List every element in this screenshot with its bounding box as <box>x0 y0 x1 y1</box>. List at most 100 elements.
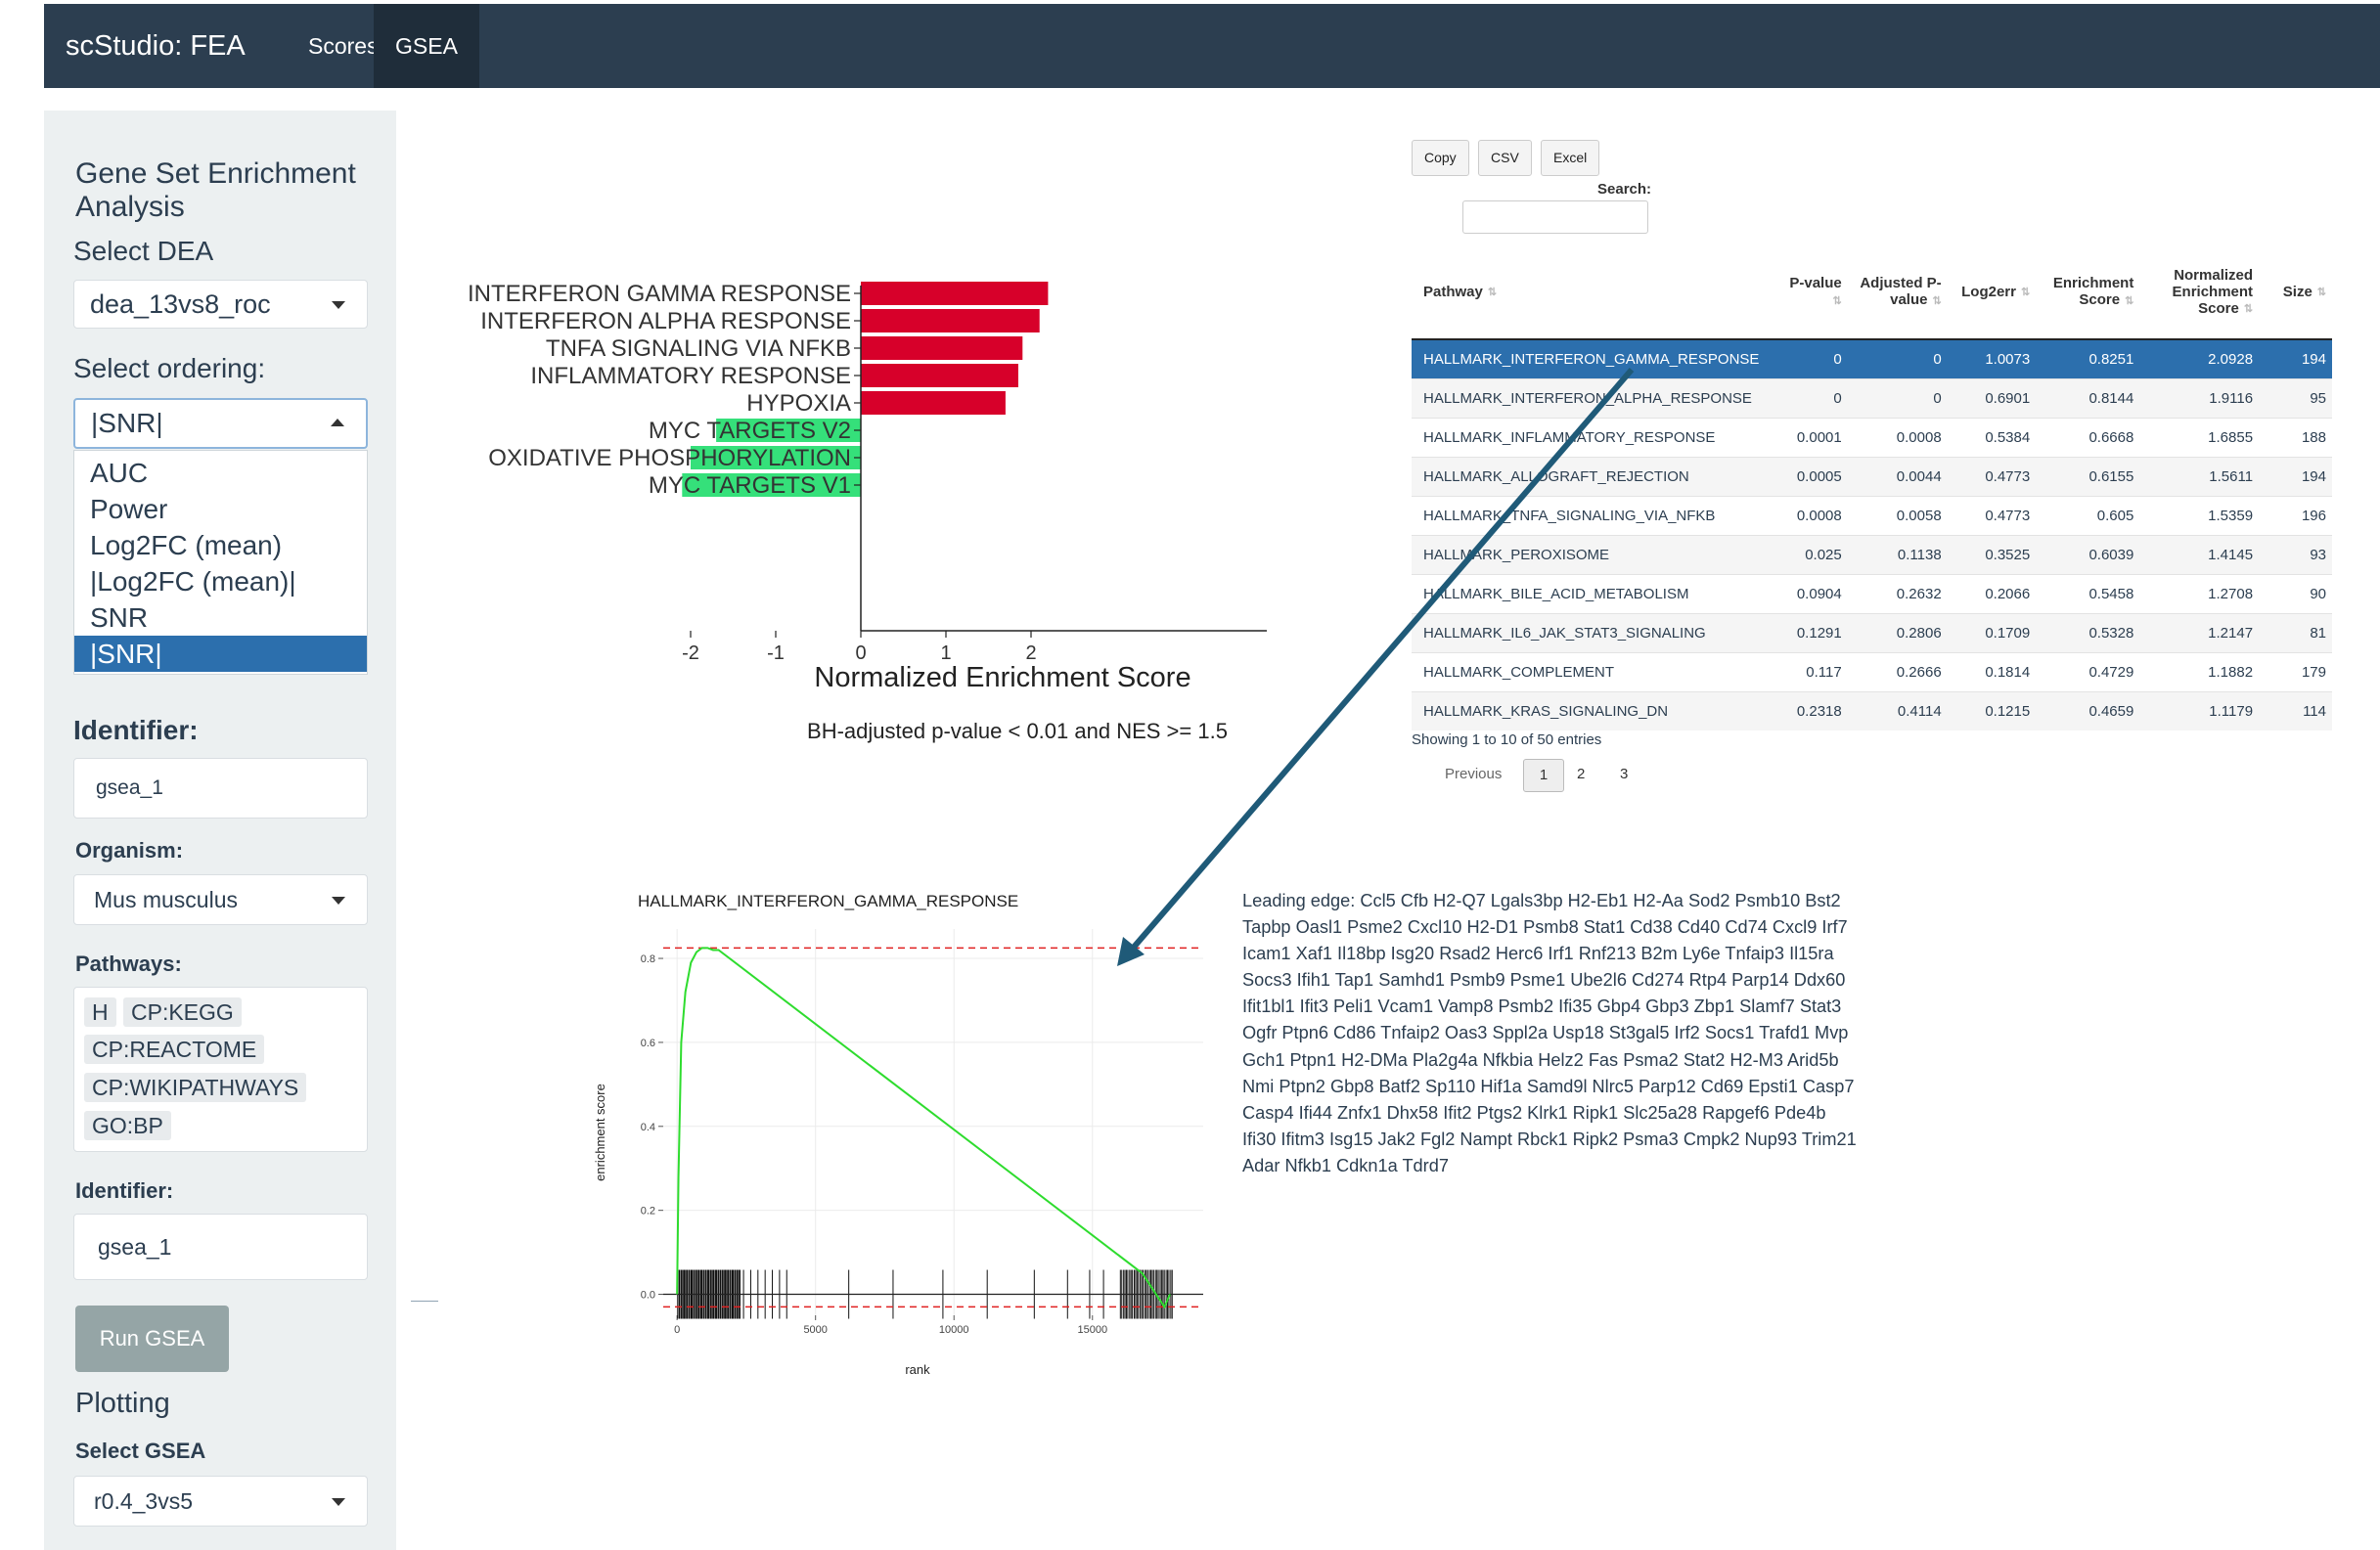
table-row[interactable]: HALLMARK_COMPLEMENT 0.117 0.2666 0.1814 0.47… <box>1412 652 2332 692</box>
cell-value: 0.5458 <box>2036 574 2140 614</box>
cell-pathway: HALLMARK_PEROXISOME <box>1412 535 1780 575</box>
table-row[interactable]: HALLMARK_INFLAMMATORY_RESPONSE 0.0001 0.00… <box>1412 418 2332 458</box>
x-tick-label: 5000 <box>803 1324 827 1336</box>
gsea-results-table: Pathway ⇅ P-value⇅ Adjusted P-value ⇅ Log2… <box>1412 244 2332 731</box>
search-input[interactable] <box>1462 200 1648 234</box>
identifier-input-2[interactable]: gsea_1 <box>73 1214 368 1280</box>
chevron-down-icon <box>332 897 345 905</box>
cell-value: 0 <box>1779 338 1848 379</box>
col-header-es[interactable]: Enrichment Score ⇅ <box>2036 244 2140 340</box>
cell-value: 0.605 <box>2036 496 2140 536</box>
cell-value: 1.9116 <box>2139 378 2260 419</box>
col-header-pvalue[interactable]: P-value⇅ <box>1779 244 1848 340</box>
col-header-pathway[interactable]: Pathway ⇅ <box>1412 244 1780 340</box>
organism-value: Mus musculus <box>94 886 238 912</box>
plotting-title: Plotting <box>75 1388 170 1419</box>
cell-value: 1.2708 <box>2139 574 2260 614</box>
ordering-option-log2fc[interactable]: Log2FC (mean) <box>74 527 367 563</box>
col-header-adj-pvalue[interactable]: Adjusted P-value ⇅ <box>1847 244 1948 340</box>
identifier-input[interactable]: gsea_1 <box>73 758 368 819</box>
page-3-button[interactable]: 3 <box>1620 766 1628 782</box>
y-tick-label: 0.2 <box>641 1206 655 1218</box>
table-header-row: Pathway ⇅ P-value⇅ Adjusted P-value ⇅ Log2… <box>1412 244 2332 340</box>
sidebar: Gene Set Enrichment Analysis Select DEA … <box>44 111 396 1550</box>
ordering-options-menu: AUC Power Log2FC (mean) |Log2FC (mean)| … <box>73 450 368 675</box>
cell-value: 0.1291 <box>1779 613 1848 653</box>
pathways-multiselect[interactable]: H CP:KEGG CP:REACTOME CP:WIKIPATHWAYS GO… <box>73 987 368 1152</box>
col-header-size[interactable]: Size ⇅ <box>2259 244 2332 340</box>
table-row[interactable]: HALLMARK_INTERFERON_ALPHA_RESPONSE 0 0 0.69… <box>1412 378 2332 419</box>
cell-value: 1.5611 <box>2139 457 2260 497</box>
app-brand[interactable]: scStudio: FEA <box>66 4 246 88</box>
cell-pathway: HALLMARK_INTERFERON_ALPHA_RESPONSE <box>1412 378 1780 419</box>
cell-pathway: HALLMARK_TNFA_SIGNALING_VIA_NFKB <box>1412 496 1780 536</box>
select-dea-dropdown[interactable]: dea_13vs8_roc <box>73 280 368 329</box>
x-tick-label: 0 <box>855 642 866 664</box>
select-ordering-value: |SNR| <box>91 408 163 438</box>
cell-value: 2.0928 <box>2139 338 2260 379</box>
cell-value: 0 <box>1847 338 1948 379</box>
table-row[interactable]: HALLMARK_PEROXISOME 0.025 0.1138 0.3525 0.60… <box>1412 535 2332 575</box>
tab-gsea[interactable]: GSEA <box>374 4 479 88</box>
cell-value: 0 <box>1847 378 1948 419</box>
bar <box>861 364 1018 387</box>
table-row[interactable]: HALLMARK_TNFA_SIGNALING_VIA_NFKB 0.0008 0.… <box>1412 496 2332 536</box>
pathway-chip-gobp[interactable]: GO:BP <box>84 1111 171 1140</box>
ordering-option-snr[interactable]: SNR <box>74 599 367 636</box>
cell-value: 0.8251 <box>2036 338 2140 379</box>
csv-button[interactable]: CSV <box>1478 140 1532 176</box>
page-1-button[interactable]: 1 <box>1523 759 1564 792</box>
cell-value: 0.0044 <box>1847 457 1948 497</box>
sort-icon: ⇅ <box>2243 303 2254 316</box>
x-tick-label: 15000 <box>1077 1324 1107 1336</box>
x-tick-label: 2 <box>1025 642 1036 664</box>
pathway-chip-reactome[interactable]: CP:REACTOME <box>84 1035 265 1064</box>
page-2-button[interactable]: 2 <box>1577 766 1585 782</box>
copy-button[interactable]: Copy <box>1412 140 1469 176</box>
select-gsea-dropdown[interactable]: r0.4_3vs5 <box>73 1476 368 1527</box>
pathways-label: Pathways: <box>75 952 182 976</box>
sort-icon: ⇅ <box>1832 294 1842 307</box>
col-header-log2err[interactable]: Log2err ⇅ <box>1947 244 2037 340</box>
ordering-option-abs-snr[interactable]: |SNR| <box>74 636 367 672</box>
col-header-nes[interactable]: Normalized Enrichment Score ⇅ <box>2139 244 2260 340</box>
pathway-chip-h[interactable]: H <box>84 997 116 1027</box>
sort-icon: ⇅ <box>2125 294 2134 307</box>
run-gsea-button[interactable]: Run GSEA <box>75 1306 229 1372</box>
bar <box>861 391 1006 415</box>
organism-dropdown[interactable]: Mus musculus <box>73 874 368 925</box>
table-row[interactable]: HALLMARK_BILE_ACID_METABOLISM 0.0904 0.263… <box>1412 574 2332 614</box>
cell-pathway: HALLMARK_ALLOGRAFT_REJECTION <box>1412 457 1780 497</box>
cell-value: 0.6155 <box>2036 457 2140 497</box>
table-row[interactable]: HALLMARK_INTERFERON_GAMMA_RESPONSE 0 0 1.00… <box>1412 338 2332 379</box>
select-dea-value: dea_13vs8_roc <box>90 288 271 319</box>
pathway-chip-kegg[interactable]: CP:KEGG <box>123 997 242 1027</box>
cell-value: 0.1215 <box>1947 691 2037 731</box>
y-tick-label: 0.4 <box>641 1122 655 1133</box>
cell-value: 0.0008 <box>1847 418 1948 458</box>
select-ordering-label: Select ordering: <box>73 353 266 383</box>
leading-edge-genes: Leading edge: Ccl5 Cfb H2-Q7 Lgals3bp H2… <box>1242 891 1857 1175</box>
table-row[interactable]: HALLMARK_IL6_JAK_STAT3_SIGNALING 0.1291 0.… <box>1412 613 2332 653</box>
x-tick-label: 10000 <box>939 1324 969 1336</box>
cell-value: 0.2066 <box>1947 574 2037 614</box>
cell-value: 0.8144 <box>2036 378 2140 419</box>
sort-icon: ⇅ <box>2316 287 2326 299</box>
cell-value: 0.2318 <box>1779 691 1848 731</box>
table-row[interactable]: HALLMARK_KRAS_SIGNALING_DN 0.2318 0.4114 0.… <box>1412 691 2332 731</box>
previous-page-button[interactable]: Previous <box>1445 766 1502 782</box>
select-ordering-dropdown[interactable]: |SNR| <box>73 398 368 449</box>
ordering-option-power[interactable]: Power <box>74 491 367 527</box>
enrichment-plot: HALLMARK_INTERFERON_GAMMA_RESPONSE 0 5000… <box>593 892 1203 1377</box>
category-label: HYPOXIA <box>746 390 851 417</box>
table-info: Showing 1 to 10 of 50 entries <box>1412 731 1602 748</box>
excel-button[interactable]: Excel <box>1541 140 1600 176</box>
table-row[interactable]: HALLMARK_ALLOGRAFT_REJECTION 0.0005 0.0044… <box>1412 457 2332 497</box>
sort-icon: ⇅ <box>1487 287 1498 299</box>
ordering-option-auc[interactable]: AUC <box>74 455 367 491</box>
chart-caption: BH-adjusted p-value < 0.01 and NES >= 1.… <box>807 719 1228 743</box>
cell-pathway: HALLMARK_IL6_JAK_STAT3_SIGNALING <box>1412 613 1780 653</box>
bar-layer: INTERFERON GAMMA RESPONSEINTERFERON ALPH… <box>468 281 1049 499</box>
ordering-option-abs-log2fc[interactable]: |Log2FC (mean)| <box>74 563 367 599</box>
pathway-chip-wikipathways[interactable]: CP:WIKIPATHWAYS <box>84 1073 307 1102</box>
